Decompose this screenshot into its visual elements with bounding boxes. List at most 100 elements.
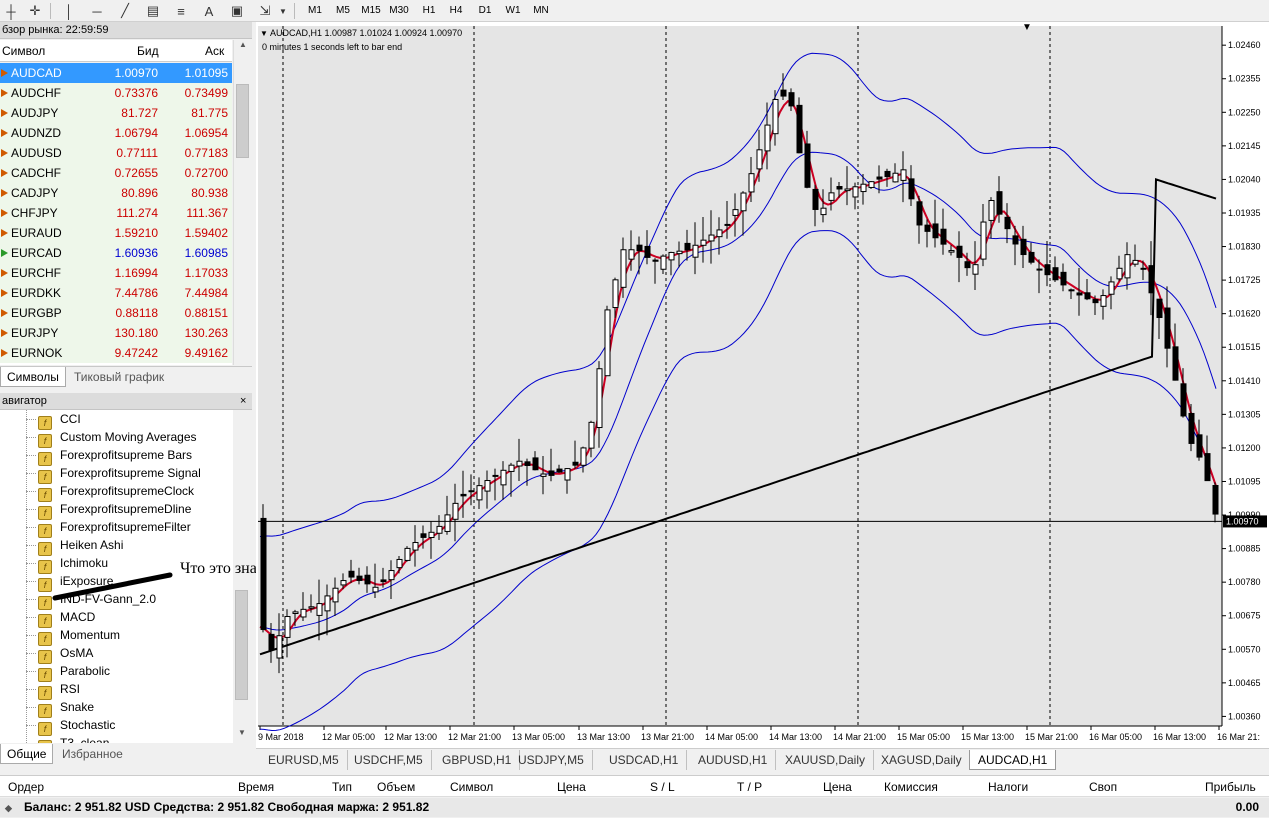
tab-tick-chart[interactable]: Тиковый график [68,367,170,387]
chart-tab[interactable]: XAUUSD,Daily [777,750,875,770]
tab-symbols[interactable]: Символы [0,367,66,387]
market-watch-row[interactable]: EURNOK 9.47242 9.49162 [0,343,232,363]
market-watch-row[interactable]: EURDKK 7.44786 7.44984 [0,283,232,303]
terminal-col[interactable]: Время [238,780,274,794]
market-watch-row[interactable]: EURAUD 1.59210 1.59402 [0,223,232,243]
time-label: 13 Mar 13:00 [577,732,630,742]
terminal-col[interactable]: S / L [650,780,675,794]
navigator-item-label: Custom Moving Averages [60,430,197,444]
crosshair-cursor-icon[interactable]: ┼ [2,2,20,20]
bid-price: 9.47242 [114,346,158,360]
market-watch-row[interactable]: AUDCHF 0.73376 0.73499 [0,83,232,103]
navigator-item[interactable]: f RSI [26,680,80,700]
arrows-icon[interactable]: ⇲ [256,2,274,20]
navigator-item[interactable]: f OsMA [26,644,93,664]
trendline-icon[interactable]: ╱ [116,2,134,20]
market-watch-row[interactable]: AUDNZD 1.06794 1.06954 [0,123,232,143]
bid-price: 1.00970 [114,66,158,80]
timeframe-w1[interactable]: W1 [500,3,526,19]
timeframe-d1[interactable]: D1 [472,3,498,19]
chart-tab[interactable]: USDJPY,M5 [510,750,593,770]
text-icon[interactable]: A [200,2,218,20]
market-watch-row[interactable]: CHFJPY 111.274 111.367 [0,203,232,223]
terminal-col[interactable]: Цена [823,780,852,794]
scrollbar-thumb[interactable] [236,84,249,158]
navigator-item[interactable]: f Momentum [26,626,120,646]
terminal-col[interactable]: Объем [377,780,415,794]
close-icon[interactable]: × [240,395,246,407]
price-label: 1.01410 [1228,376,1261,386]
navigator-item[interactable]: f CCI [26,410,81,430]
col-bid[interactable]: Бид [137,44,159,58]
candle-body [452,502,459,520]
market-watch-row[interactable]: EURCAD 1.60936 1.60985 [0,243,232,263]
navigator-item[interactable]: f Custom Moving Averages [26,428,197,448]
terminal-col[interactable]: Комиссия [884,780,938,794]
market-watch-row[interactable]: AUDUSD 0.77111 0.77183 [0,143,232,163]
chart-info-arrow-icon: ▼ [260,29,268,38]
vertical-line-icon[interactable]: │ [60,2,78,20]
terminal-col[interactable]: Налоги [988,780,1028,794]
chart-tab[interactable]: USDCHF,M5 [346,750,432,770]
crosshair-icon[interactable]: ✛ [26,2,44,20]
market-watch-row[interactable]: CADCHF 0.72655 0.72700 [0,163,232,183]
chart-window[interactable]: 1.02460 1.02355 1.02250 1.02145 1.02040 1.019… [256,22,1269,748]
scroll-up-icon[interactable]: ▲ [236,40,250,54]
price-chart[interactable]: 1.02460 1.02355 1.02250 1.02145 1.02040 1.019… [256,22,1269,748]
col-ask[interactable]: Аск [205,44,224,58]
timeframe-m30[interactable]: M30 [386,3,412,19]
timeframe-m5[interactable]: M5 [330,3,356,19]
timeframe-h4[interactable]: H4 [443,3,469,19]
timeframe-h1[interactable]: H1 [416,3,442,19]
tab-common[interactable]: Общие [0,744,54,764]
navigator-item[interactable]: f T3_clean [38,734,109,743]
timeframe-mn[interactable]: MN [528,3,554,19]
terminal-col[interactable]: Прибыль [1205,780,1256,794]
col-symbol[interactable]: Символ [2,44,45,58]
horizontal-line-icon[interactable]: ─ [88,2,106,20]
navigator-item[interactable]: f Forexprofitsupreme Bars [26,446,192,466]
market-watch-row[interactable]: AUDCAD 1.00970 1.01095 [0,63,232,83]
terminal-col[interactable]: Своп [1089,780,1117,794]
terminal-col[interactable]: Символ [450,780,493,794]
chart-tab[interactable]: AUDUSD,H1 [690,750,777,770]
navigator-item[interactable]: f Parabolic [26,662,110,682]
chart-tab[interactable]: AUDCAD,H1 [969,750,1057,770]
timeframe-m15[interactable]: M15 [358,3,384,19]
chart-tab[interactable]: XAGUSD,Daily [873,750,971,770]
market-watch-row[interactable]: EURJPY 130.180 130.263 [0,323,232,343]
navigator-item[interactable]: f ForexprofitsupremeFilter [26,518,191,538]
terminal-col[interactable]: Ордер [8,780,44,794]
current-price-label: 1.00970 [1226,516,1259,526]
time-label: 16 Mar 13:00 [1153,732,1206,742]
tab-favorites[interactable]: Избранное [56,744,129,764]
chart-tab[interactable]: USDCAD,H1 [601,750,688,770]
chart-shift-icon[interactable]: ▼ [1022,22,1032,33]
text-label-icon[interactable]: ▣ [228,2,246,20]
terminal-col[interactable]: Тип [332,780,352,794]
market-watch-row[interactable]: CADJPY 80.896 80.938 [0,183,232,203]
scroll-down-icon[interactable]: ▼ [235,728,249,742]
navigator-item[interactable]: f MACD [26,608,95,628]
timeframe-m1[interactable]: M1 [302,3,328,19]
navigator-item[interactable]: f Stochastic [26,716,115,736]
chart-tab[interactable]: GBPUSD,H1 [434,750,521,770]
navigator-item[interactable]: f ForexprofitsupremeClock [26,482,194,502]
market-watch-row[interactable]: EURGBP 0.88118 0.88151 [0,303,232,323]
equidistant-channel-icon[interactable]: ▤ [144,2,162,20]
chart-info-line: AUDCAD,H1 1.00987 1.01024 1.00924 1.0097… [269,28,463,38]
time-label: 12 Mar 05:00 [322,732,375,742]
chart-tab[interactable]: EURUSD,M5 [260,750,348,770]
market-watch-row[interactable]: EURCHF 1.16994 1.17033 [0,263,232,283]
chevron-down-icon[interactable]: ▼ [274,2,292,20]
terminal-col[interactable]: T / P [737,780,762,794]
terminal-col[interactable]: Цена [557,780,586,794]
candle-body [612,279,619,309]
market-watch-scrollbar[interactable]: ▲ [233,40,251,365]
fibonacci-icon[interactable]: ≡ [172,2,190,20]
candle-body [1116,267,1123,280]
navigator-item[interactable]: f Forexprofitsupreme Signal [26,464,201,484]
market-watch-row[interactable]: AUDJPY 81.727 81.775 [0,103,232,123]
navigator-item[interactable]: f Snake [26,698,94,718]
navigator-item[interactable]: f ForexprofitsupremeDline [26,500,191,520]
